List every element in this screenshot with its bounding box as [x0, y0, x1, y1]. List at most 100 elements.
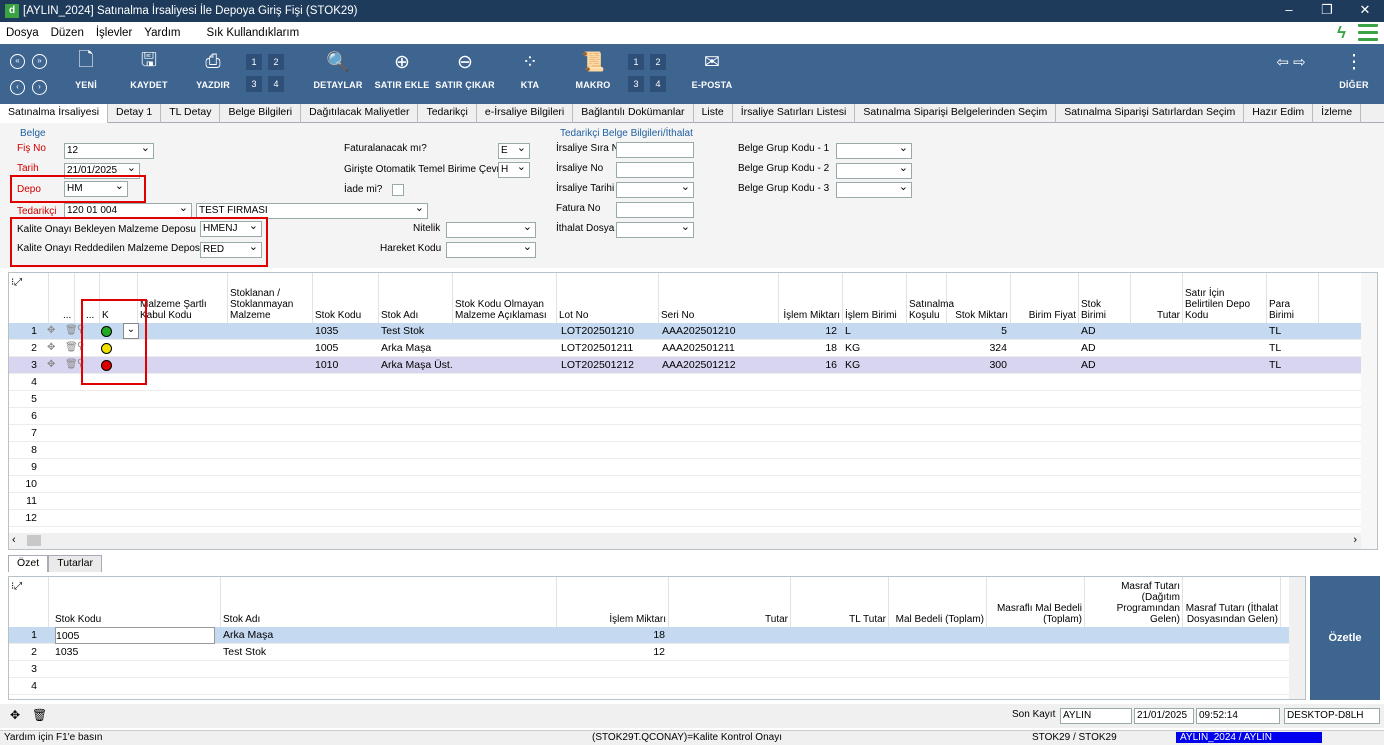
- cell-para[interactable]: TL: [1269, 357, 1317, 374]
- nav-arrows[interactable]: ⇦ ⇨: [1268, 44, 1314, 104]
- irs-tarih-field[interactable]: [616, 182, 694, 198]
- scroll-right-icon[interactable]: ›: [1353, 534, 1357, 546]
- kaydet-button[interactable]: 🖫 KAYDET: [124, 44, 174, 104]
- tab-belge-bilgileri[interactable]: Belge Bilgileri: [220, 104, 302, 123]
- tab-baglantili-dokumanlar[interactable]: Bağlantılı Dokümanlar: [573, 104, 694, 123]
- trash-icon[interactable]: 🗑: [65, 342, 78, 353]
- sum-cell-miktar[interactable]: 12: [569, 644, 665, 661]
- hamburger-menu-icon[interactable]: [1358, 24, 1378, 41]
- fis-no-field[interactable]: 12: [64, 143, 154, 159]
- satir-cikar-button[interactable]: ⊖ SATIR ÇIKAR: [434, 44, 496, 104]
- cell-para[interactable]: TL: [1269, 323, 1317, 340]
- sum-cell-stok-adi[interactable]: Arka Maşa: [223, 627, 523, 644]
- next-record-icon[interactable]: ›: [32, 80, 47, 95]
- makro-button[interactable]: 📜 MAKRO: [570, 44, 616, 104]
- nitelik-field[interactable]: [446, 222, 536, 238]
- menu-sik-kullandiklarim[interactable]: Sık Kullandıklarım: [201, 27, 306, 39]
- sum-cell-stok-kodu[interactable]: 1005: [55, 627, 215, 644]
- cell-stok-birimi[interactable]: AD: [1081, 340, 1129, 357]
- tab-siparis-satirlardan-secim[interactable]: Satınalma Siparişi Satırlardan Seçim: [1056, 104, 1245, 123]
- yeni-button[interactable]: 🗋 YENİ: [68, 44, 104, 104]
- sum-cell-stok-adi[interactable]: Test Stok: [223, 644, 523, 661]
- irs-sira-field[interactable]: [616, 142, 694, 158]
- cell-stok-birimi[interactable]: AD: [1081, 323, 1129, 340]
- faturalanacak-field[interactable]: E: [498, 143, 530, 159]
- page-1-button[interactable]: 1: [246, 54, 262, 70]
- cell-miktar[interactable]: 18: [779, 340, 837, 357]
- summary-row[interactable]: 2 1035 Test Stok 12: [9, 644, 1289, 661]
- summary-corner[interactable]: ⁝⤢: [9, 577, 49, 627]
- cell-stok-miktari[interactable]: 5: [947, 323, 1007, 340]
- prev-record-icon[interactable]: ‹: [10, 80, 25, 95]
- table-row[interactable]: 1 ✥ 🗑 ⚲ ⌄ 1035 Test Stok LOT202501210 AAA2025012…: [9, 323, 1361, 340]
- cell-stok-birimi[interactable]: AD: [1081, 357, 1129, 374]
- kta-button[interactable]: ⁘ KTA: [512, 44, 548, 104]
- ithalat-field[interactable]: [616, 222, 694, 238]
- ozetle-button[interactable]: Özetle: [1310, 576, 1380, 700]
- close-button[interactable]: ✕: [1346, 0, 1384, 22]
- menu-dosya[interactable]: Dosya: [0, 27, 45, 39]
- grid-settings-icon[interactable]: ⁝⤢: [11, 277, 46, 288]
- cell-stok-kodu[interactable]: 1010: [315, 357, 375, 374]
- cell-lot[interactable]: LOT202501210: [561, 323, 657, 340]
- move-icon[interactable]: ✥: [47, 342, 55, 353]
- summary-row[interactable]: 3: [9, 661, 1289, 678]
- trash-icon[interactable]: 🗑: [65, 359, 78, 370]
- bgk2-field[interactable]: [836, 163, 912, 179]
- cell-stok-adi[interactable]: Arka Maşa Üst...: [381, 357, 453, 374]
- menu-islevler[interactable]: İşlevler: [90, 27, 138, 39]
- menu-duzen[interactable]: Düzen: [45, 27, 90, 39]
- last-record-icon[interactable]: »: [32, 54, 47, 69]
- hareket-field[interactable]: [446, 242, 536, 258]
- yazdir-button[interactable]: ⎙ YAZDIR: [190, 44, 236, 104]
- summary-scrollbar[interactable]: [1289, 577, 1305, 699]
- first-record-icon[interactable]: «: [10, 54, 25, 69]
- scroll-left-icon[interactable]: ‹: [12, 534, 16, 546]
- tab-tutarlar[interactable]: Tutarlar: [48, 555, 102, 572]
- page2-2-button[interactable]: 2: [650, 54, 666, 70]
- tab-ozet[interactable]: Özet: [8, 555, 49, 572]
- summary-settings-icon[interactable]: ⁝⤢: [11, 581, 46, 592]
- add-icon[interactable]: ✥: [10, 708, 20, 722]
- tab-izleme[interactable]: İzleme: [1313, 104, 1362, 123]
- cell-miktar[interactable]: 12: [779, 323, 837, 340]
- summary-row[interactable]: 1 1005 Arka Maşa 18: [9, 627, 1289, 644]
- tab-irsaliye-satirlari-listesi[interactable]: İrsaliye Satırları Listesi: [733, 104, 856, 123]
- table-row[interactable]: 2 ✥ 🗑 ⚲ 1005 Arka Maşa LOT202501211 AAA20250121…: [9, 340, 1361, 357]
- giriste-field[interactable]: H: [498, 162, 530, 178]
- fatura-no-field[interactable]: [616, 202, 694, 218]
- page-3-button[interactable]: 3: [246, 76, 262, 92]
- cell-lot[interactable]: LOT202501211: [561, 340, 657, 357]
- table-row[interactable]: 8: [9, 442, 1361, 459]
- page-2-button[interactable]: 2: [268, 54, 284, 70]
- table-row[interactable]: 7: [9, 425, 1361, 442]
- cell-birim[interactable]: KG: [845, 357, 901, 374]
- cell-seri[interactable]: AAA202501211: [662, 340, 770, 357]
- delete-icon[interactable]: 🗑: [32, 708, 47, 722]
- bgk1-field[interactable]: [836, 143, 912, 159]
- page2-3-button[interactable]: 3: [628, 76, 644, 92]
- irs-no-field[interactable]: [616, 162, 694, 178]
- table-row[interactable]: 9: [9, 459, 1361, 476]
- grid-horizontal-scrollbar[interactable]: ‹ ›: [9, 533, 1361, 549]
- cell-stok-miktari[interactable]: 324: [947, 340, 1007, 357]
- lightning-icon[interactable]: ϟ: [1337, 23, 1346, 43]
- cell-seri[interactable]: AAA202501210: [662, 323, 770, 340]
- move-icon[interactable]: ✥: [47, 325, 55, 336]
- tab-detay-1[interactable]: Detay 1: [108, 104, 162, 123]
- table-row[interactable]: 6: [9, 408, 1361, 425]
- restore-button[interactable]: ❐: [1308, 0, 1346, 22]
- scroll-thumb[interactable]: [27, 535, 41, 546]
- tab-hazir-edim[interactable]: Hazır Edim: [1244, 104, 1314, 123]
- tab-tl-detay[interactable]: TL Detay: [161, 104, 221, 123]
- bgk3-field[interactable]: [836, 182, 912, 198]
- page2-1-button[interactable]: 1: [628, 54, 644, 70]
- cell-stok-adi[interactable]: Test Stok: [381, 323, 453, 340]
- table-row[interactable]: 4: [9, 374, 1361, 391]
- table-row[interactable]: 10: [9, 476, 1361, 493]
- cell-seri[interactable]: AAA202501212: [662, 357, 770, 374]
- tab-satinalma-irsaliyesi[interactable]: Satınalma İrsaliyesi: [0, 104, 109, 124]
- table-row[interactable]: 5: [9, 391, 1361, 408]
- table-row[interactable]: 3 ✥ 🗑 ⚲ 1010 Arka Maşa Üst... LOT202501212 AAA2…: [9, 357, 1361, 374]
- grid-corner[interactable]: ⁝⤢: [9, 273, 49, 323]
